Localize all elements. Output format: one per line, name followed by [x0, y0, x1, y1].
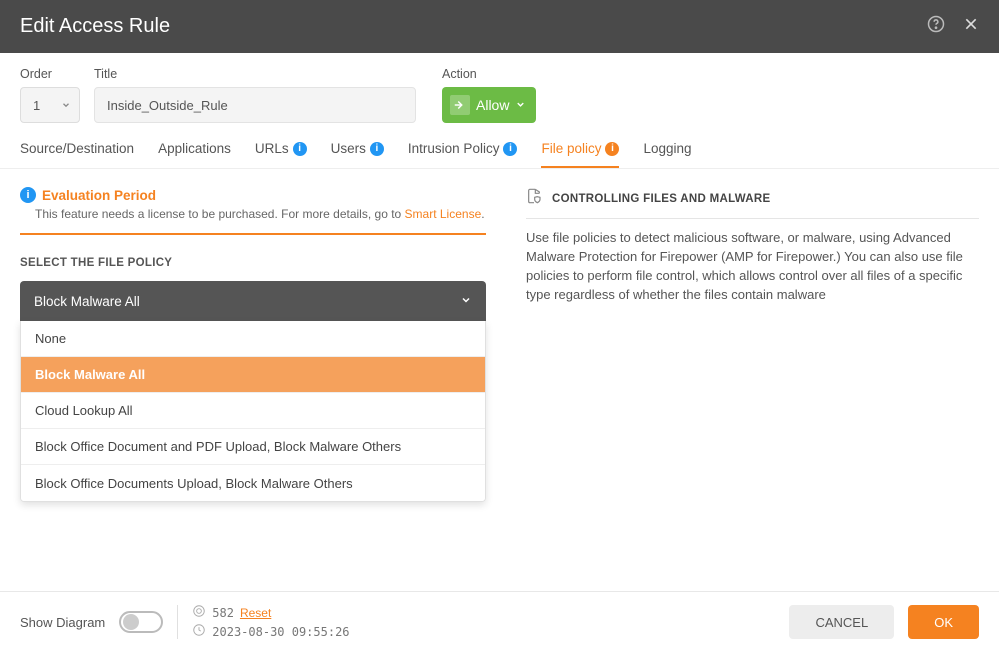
tab-label: File policy — [541, 141, 601, 156]
form-row: Order 1 Title Action Allow — [0, 53, 999, 123]
tab-applications[interactable]: Applications — [158, 141, 231, 168]
dropdown-option-block-malware-all[interactable]: Block Malware All — [21, 357, 485, 393]
smart-license-link[interactable]: Smart License — [405, 207, 482, 221]
dropdown-toggle[interactable]: Block Malware All — [20, 281, 486, 321]
clock-icon — [192, 623, 206, 640]
evaluation-body: This feature needs a license to be purch… — [35, 207, 405, 221]
chevron-down-icon — [460, 294, 472, 309]
header-actions — [927, 15, 979, 38]
cancel-button[interactable]: CANCEL — [789, 605, 894, 639]
tab-label: Source/Destination — [20, 141, 134, 156]
tab-label: URLs — [255, 141, 289, 156]
rule-count: 582 — [212, 606, 234, 620]
tab-label: Applications — [158, 141, 231, 156]
info-badge-icon: i — [293, 142, 307, 156]
order-value: 1 — [33, 98, 40, 113]
content-area: i Evaluation Period This feature needs a… — [0, 169, 999, 652]
reset-link[interactable]: Reset — [240, 606, 271, 620]
tab-label: Users — [331, 141, 366, 156]
info-badge-icon: i — [370, 142, 384, 156]
info-badge-icon: i — [503, 142, 517, 156]
tab-users[interactable]: Usersi — [331, 141, 384, 168]
tab-label: Intrusion Policy — [408, 141, 500, 156]
show-diagram-label: Show Diagram — [20, 615, 105, 630]
ok-button[interactable]: OK — [908, 605, 979, 639]
order-select[interactable]: 1 — [20, 87, 80, 123]
tab-urls[interactable]: URLsi — [255, 141, 307, 168]
dropdown-selected: Block Malware All — [34, 294, 140, 309]
allow-icon — [450, 95, 470, 115]
dropdown-list: None Block Malware All Cloud Lookup All … — [20, 321, 486, 502]
info-heading: CONTROLLING FILES AND MALWARE — [552, 193, 770, 205]
timestamp: 2023-08-30 09:55:26 — [212, 625, 349, 639]
order-field: Order 1 — [20, 67, 80, 123]
evaluation-title: Evaluation Period — [42, 188, 156, 203]
dropdown-option-block-office-upload[interactable]: Block Office Documents Upload, Block Mal… — [21, 465, 485, 501]
action-label: Action — [442, 67, 536, 81]
footer: Show Diagram 582 Reset 2023-08-30 09 — [0, 591, 999, 652]
order-label: Order — [20, 67, 80, 81]
right-column: CONTROLLING FILES AND MALWARE Use file p… — [526, 187, 979, 652]
footer-actions: CANCEL OK — [789, 605, 979, 639]
info-body: Use file policies to detect malicious so… — [526, 229, 979, 304]
tab-logging[interactable]: Logging — [643, 141, 691, 168]
tab-source-destination[interactable]: Source/Destination — [20, 141, 134, 168]
help-icon[interactable] — [927, 15, 945, 38]
modal-title: Edit Access Rule — [20, 15, 170, 38]
dropdown-option-block-office-pdf[interactable]: Block Office Document and PDF Upload, Bl… — [21, 429, 485, 465]
target-icon — [192, 604, 206, 621]
toggle-knob — [123, 614, 139, 630]
show-diagram-toggle[interactable] — [119, 611, 163, 633]
chevron-down-icon — [515, 97, 526, 113]
info-header: CONTROLLING FILES AND MALWARE — [526, 187, 979, 219]
edit-access-rule-modal: Edit Access Rule Order 1 Title Actio — [0, 0, 999, 652]
divider — [177, 605, 178, 639]
dropdown-option-none[interactable]: None — [21, 321, 485, 357]
meta-info: 582 Reset 2023-08-30 09:55:26 — [192, 604, 349, 640]
action-allow-button[interactable]: Allow — [442, 87, 536, 123]
file-shield-icon — [526, 187, 542, 210]
title-label: Title — [94, 67, 416, 81]
file-policy-dropdown: Block Malware All None Block Malware All… — [20, 281, 486, 502]
evaluation-text: This feature needs a license to be purch… — [35, 207, 486, 221]
tab-file-policy[interactable]: File policy i — [541, 141, 619, 168]
evaluation-banner: i Evaluation Period This feature needs a… — [20, 187, 486, 235]
action-field: Action Allow — [442, 67, 536, 123]
select-policy-label: SELECT THE FILE POLICY — [20, 257, 486, 269]
tab-label: Logging — [643, 141, 691, 156]
action-value: Allow — [476, 97, 509, 113]
info-icon: i — [20, 187, 36, 203]
close-icon[interactable] — [963, 16, 979, 37]
title-field: Title — [94, 67, 416, 123]
chevron-down-icon — [61, 98, 71, 113]
left-column: i Evaluation Period This feature needs a… — [20, 187, 486, 652]
info-badge-icon: i — [605, 142, 619, 156]
footer-left: Show Diagram 582 Reset 2023-08-30 09 — [20, 604, 350, 640]
modal-header: Edit Access Rule — [0, 0, 999, 53]
tabs: Source/Destination Applications URLsi Us… — [0, 123, 999, 169]
dropdown-option-cloud-lookup-all[interactable]: Cloud Lookup All — [21, 393, 485, 429]
tab-intrusion-policy[interactable]: Intrusion Policyi — [408, 141, 518, 168]
title-input[interactable] — [94, 87, 416, 123]
